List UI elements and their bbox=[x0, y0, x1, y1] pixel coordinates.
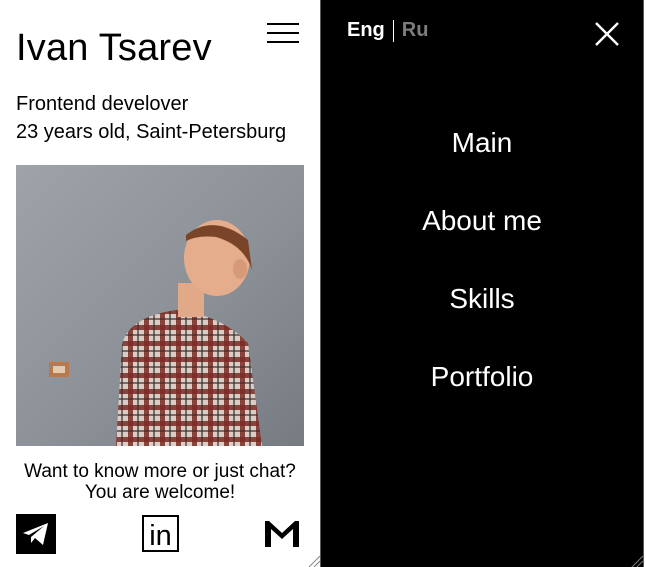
profile-age-location: 23 years old, Saint-Petersburg bbox=[16, 121, 287, 143]
language-switcher: Eng Ru bbox=[347, 19, 428, 42]
hamburger-line bbox=[267, 41, 299, 43]
profile-role: Frontend develover bbox=[16, 93, 189, 115]
navigation-menu-panel: Eng Ru Main About me Skills Portfolio bbox=[320, 0, 644, 567]
hamburger-icon[interactable] bbox=[267, 20, 300, 46]
linkedin-icon-text: in bbox=[149, 520, 172, 552]
nav-item-skills[interactable]: Skills bbox=[321, 283, 643, 315]
close-icon[interactable] bbox=[592, 19, 622, 49]
resize-grip-icon[interactable] bbox=[306, 553, 320, 567]
profile-name: Ivan Tsarev bbox=[16, 27, 212, 69]
language-divider bbox=[392, 19, 394, 42]
nav-item-portfolio[interactable]: Portfolio bbox=[321, 361, 643, 393]
nav-item-about-me[interactable]: About me bbox=[321, 205, 643, 237]
gmail-icon[interactable] bbox=[262, 514, 302, 554]
linkedin-icon[interactable]: in bbox=[141, 514, 181, 554]
telegram-icon[interactable] bbox=[16, 514, 56, 554]
resize-grip-icon[interactable] bbox=[629, 553, 643, 567]
contact-prompt: Want to know more or just chat? bbox=[24, 461, 296, 482]
profile-photo bbox=[16, 165, 304, 446]
hamburger-line bbox=[267, 23, 299, 25]
hamburger-line bbox=[267, 32, 299, 34]
language-option-russian[interactable]: Ru bbox=[402, 19, 429, 42]
language-option-english[interactable]: Eng bbox=[347, 19, 385, 42]
nav-item-main[interactable]: Main bbox=[321, 127, 643, 159]
profile-photo-illustration bbox=[16, 165, 304, 446]
profile-panel: Ivan Tsarev Frontend develover 23 years … bbox=[0, 0, 320, 567]
contact-welcome: You are welcome! bbox=[84, 482, 236, 503]
